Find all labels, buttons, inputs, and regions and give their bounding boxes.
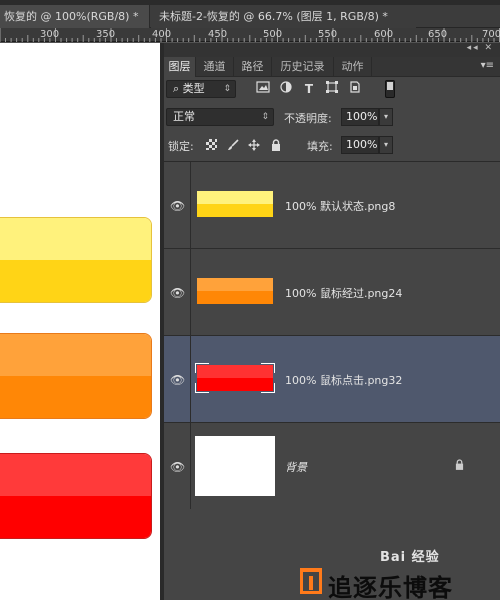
- chevron-updown-icon: ⇕: [261, 112, 269, 122]
- lock-pixels-icon[interactable]: [204, 139, 218, 153]
- ruler-label: 550: [318, 29, 338, 40]
- red-button-sample: [0, 453, 152, 539]
- ruler-label: 600: [374, 29, 394, 40]
- tab-paths[interactable]: 路径: [234, 57, 272, 77]
- document-tab-bar: 恢复的 @ 100%(RGB/8) * 未标题-2-恢复的 @ 66.7% (图…: [0, 0, 500, 28]
- type-filter-icon[interactable]: T: [301, 81, 317, 97]
- opacity-field[interactable]: 100%: [341, 108, 379, 126]
- opacity-dropdown-button[interactable]: ▾: [379, 108, 393, 126]
- watermark: Bai 经验 追逐乐博客: [300, 540, 500, 600]
- blend-mode-select[interactable]: 正常 ⇕: [166, 108, 274, 126]
- visibility-toggle[interactable]: 👁: [164, 249, 191, 336]
- layer-row[interactable]: 👁 100% 鼠标经过.png24: [164, 249, 500, 336]
- smart-object-filter-icon[interactable]: [347, 81, 363, 97]
- brush-icon[interactable]: [226, 139, 240, 153]
- visibility-toggle[interactable]: 👁: [164, 423, 191, 510]
- image-filter-icon[interactable]: [255, 81, 271, 97]
- eye-icon[interactable]: 👁: [170, 460, 185, 474]
- brand-text: 追逐乐博客: [328, 574, 453, 600]
- collapse-icon[interactable]: ◂◂ ✕: [467, 43, 494, 53]
- layer-lock-icon: [455, 459, 464, 473]
- photoshop-window: 恢复的 @ 100%(RGB/8) * 未标题-2-恢复的 @ 66.7% (图…: [0, 0, 500, 600]
- yellow-button-sample: [0, 217, 152, 303]
- orange-button-sample: [0, 333, 152, 419]
- ruler-label: 350: [96, 29, 116, 40]
- yellow-bottom-half: [0, 260, 151, 302]
- lock-all-icon[interactable]: [269, 139, 283, 153]
- orange-bottom-half: [0, 376, 151, 418]
- document-tab-2[interactable]: 未标题-2-恢复的 @ 66.7% (图层 1, RGB/8) *: [151, 5, 416, 28]
- baidu-watermark: Bai 经验: [380, 550, 440, 565]
- eye-icon[interactable]: 👁: [170, 373, 185, 387]
- layer-row-selected[interactable]: 👁 100% 鼠标点击.png32: [164, 336, 500, 423]
- layer-thumbnail: [195, 436, 275, 496]
- layer-name[interactable]: 100% 鼠标点击.png32: [285, 372, 402, 388]
- layer-thumbnail: [195, 349, 275, 409]
- fill-dropdown-button[interactable]: ▾: [379, 136, 393, 154]
- tab-history[interactable]: 历史记录: [272, 57, 334, 77]
- document-canvas[interactable]: [0, 43, 160, 600]
- selection-corner: [261, 363, 275, 373]
- ruler-ticks: [0, 28, 500, 42]
- panel-menu-icon[interactable]: ▾≡: [481, 60, 494, 71]
- ruler-label: 500: [263, 29, 283, 40]
- layer-name[interactable]: 背景: [285, 459, 307, 475]
- orange-top-half: [0, 334, 151, 376]
- document-tab-1[interactable]: 恢复的 @ 100%(RGB/8) *: [0, 5, 150, 28]
- ruler-label: 300: [40, 29, 60, 40]
- layer-filter-select[interactable]: ⌕ 类型 ⇕: [166, 80, 236, 98]
- tab-layers[interactable]: 图层: [164, 57, 196, 77]
- filter-label: ⌕ 类型: [173, 82, 205, 95]
- fill-field[interactable]: 100%: [341, 136, 379, 154]
- blend-mode-value: 正常: [173, 110, 195, 123]
- thumbnail-bar: [197, 191, 273, 217]
- lock-label: 锁定:: [168, 140, 194, 153]
- shape-filter-icon[interactable]: [324, 81, 340, 97]
- adjustment-filter-icon[interactable]: [278, 81, 294, 97]
- visibility-toggle[interactable]: 👁: [164, 162, 191, 249]
- eye-icon[interactable]: 👁: [170, 286, 185, 300]
- layer-name[interactable]: 100% 鼠标经过.png24: [285, 285, 402, 301]
- layer-name[interactable]: 100% 默认状态.png8: [285, 198, 395, 214]
- ruler-label: 650: [428, 29, 448, 40]
- yellow-top-half: [0, 218, 151, 260]
- layer-thumbnail: [195, 175, 275, 235]
- horizontal-ruler: 300 350 400 450 500 550 600 650 700: [0, 28, 500, 42]
- panel-tab-bar: 图层 通道 路径 历史记录 动作 ▾≡: [164, 57, 500, 77]
- selection-corner: [195, 383, 209, 393]
- layers-panel: ◂◂ ✕ 图层 通道 路径 历史记录 动作 ▾≡ ⌕ 类型 ⇕ T 正常 ⇕ 不…: [164, 43, 500, 600]
- tab-channels[interactable]: 通道: [196, 57, 234, 77]
- tab-actions[interactable]: 动作: [334, 57, 372, 77]
- filter-toggle-switch[interactable]: [385, 80, 395, 98]
- opacity-label: 不透明度:: [284, 112, 332, 125]
- red-top-half: [0, 454, 151, 496]
- ruler-label: 700: [482, 29, 500, 40]
- layer-row-background[interactable]: 👁 背景: [164, 423, 500, 510]
- panel-collapse-bar[interactable]: ◂◂ ✕: [164, 43, 500, 57]
- selection-corner: [261, 383, 275, 393]
- ruler-label: 400: [152, 29, 172, 40]
- eye-icon[interactable]: 👁: [170, 199, 185, 213]
- red-bottom-half: [0, 496, 151, 538]
- thumbnail-bar: [197, 278, 273, 304]
- ruler-label: 450: [208, 29, 228, 40]
- visibility-toggle[interactable]: 👁: [164, 336, 191, 423]
- layers-list: 👁 100% 默认状态.png8 👁 100% 鼠标经过.png24 👁 100…: [164, 161, 500, 510]
- brand-logo-icon: [300, 568, 322, 594]
- layer-row[interactable]: 👁 100% 默认状态.png8: [164, 162, 500, 249]
- chevron-updown-icon: ⇕: [223, 84, 231, 94]
- selection-corner: [195, 363, 209, 373]
- fill-label: 填充:: [307, 140, 333, 153]
- layer-thumbnail: [195, 262, 275, 322]
- move-arrows-icon[interactable]: [247, 139, 261, 153]
